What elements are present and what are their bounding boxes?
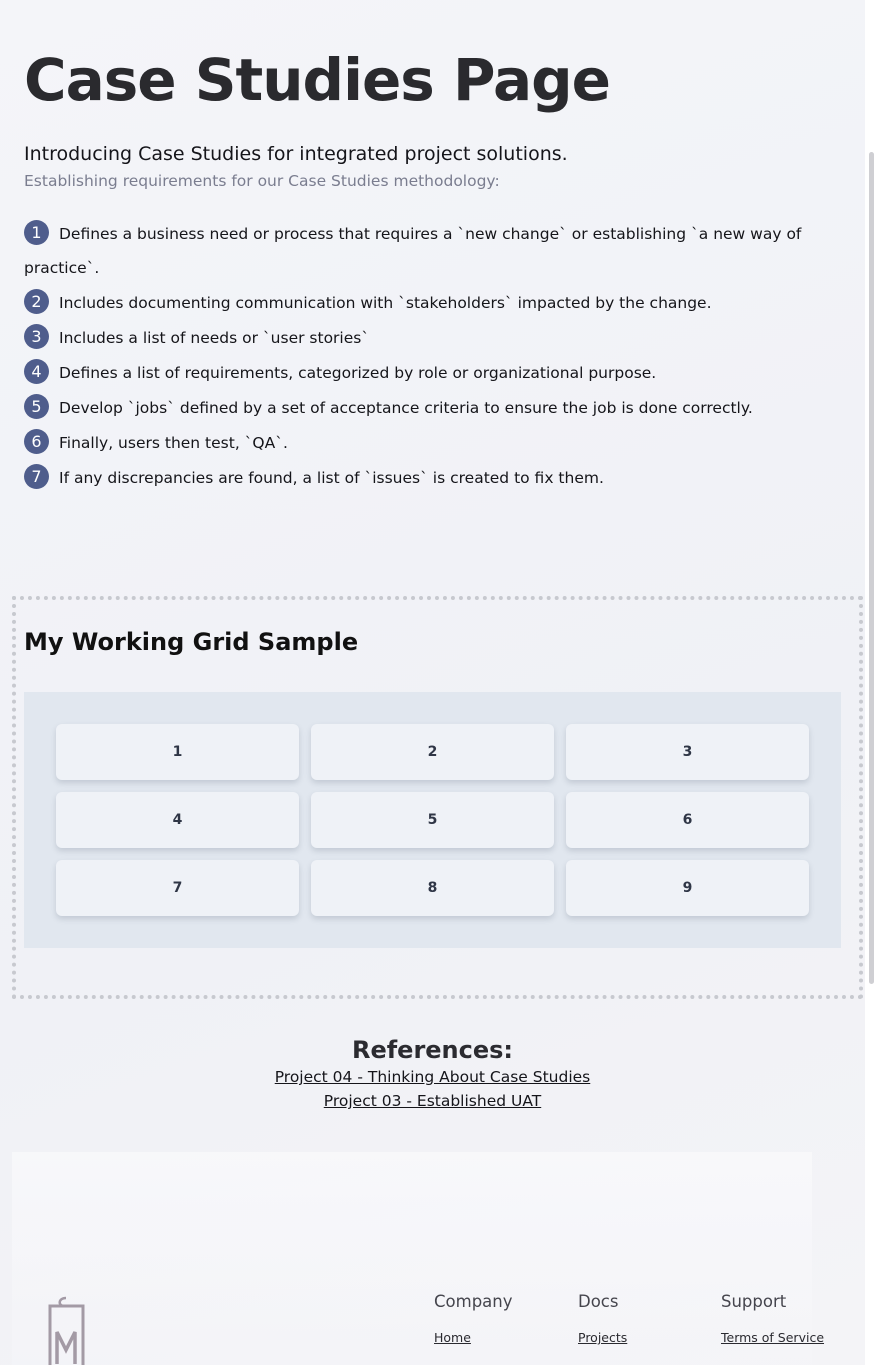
grid-cell: 7	[56, 860, 299, 916]
list-item: 5 Develop `jobs` defined by a set of acce…	[24, 391, 814, 425]
list-item: 6 Finally, users then test, `QA`.	[24, 426, 814, 460]
price-tag-logo-icon[interactable]	[46, 1296, 86, 1365]
list-item: 1 Defines a business need or process that…	[24, 217, 814, 285]
footer-link-projects[interactable]: Projects	[578, 1330, 627, 1345]
step-number-badge: 7	[24, 464, 49, 489]
footer-heading-docs: Docs	[578, 1292, 619, 1311]
reference-link-project-04[interactable]: Project 04 - Thinking About Case Studies	[0, 1068, 865, 1086]
grid-cell: 2	[311, 724, 554, 780]
step-number-badge: 5	[24, 394, 49, 419]
step-text: Develop `jobs` defined by a set of accep…	[59, 399, 753, 417]
requirements-list: 1 Defines a business need or process that…	[24, 217, 814, 496]
grid-cell: 5	[311, 792, 554, 848]
step-text: Defines a list of requirements, categori…	[59, 364, 657, 382]
references-heading: References:	[351, 1036, 514, 1064]
footer-heading-support: Support	[721, 1292, 787, 1311]
list-item: 3 Includes a list of needs or `user stori…	[24, 321, 814, 355]
footer-link-home[interactable]: Home	[434, 1330, 471, 1345]
footer-link-terms-of-service[interactable]: Terms of Service	[721, 1330, 824, 1345]
list-item: 2 Includes documenting communication with…	[24, 286, 814, 320]
list-item: 4 Defines a list of requirements, categor…	[24, 356, 814, 390]
footer-heading-company: Company	[434, 1292, 513, 1311]
step-text: Finally, users then test, `QA`.	[59, 434, 288, 452]
reference-link-project-03[interactable]: Project 03 - Established UAT	[0, 1092, 865, 1110]
page-title: Case Studies Page	[24, 46, 611, 114]
intro-text: Introducing Case Studies for integrated …	[24, 143, 568, 165]
step-number-badge: 6	[24, 429, 49, 454]
grid-cell: 3	[566, 724, 809, 780]
page: Case Studies Page Introducing Case Studi…	[0, 0, 865, 1365]
grid-cell: 1	[56, 724, 299, 780]
scrollbar-thumb[interactable]	[869, 152, 874, 984]
step-text: Includes a list of needs or `user storie…	[59, 329, 370, 347]
grid-cell: 6	[566, 792, 809, 848]
grid-cell: 8	[311, 860, 554, 916]
step-number-badge: 2	[24, 289, 49, 314]
step-number-badge: 1	[24, 220, 49, 245]
subintro-text: Establishing requirements for our Case S…	[24, 172, 500, 190]
step-number-badge: 4	[24, 359, 49, 384]
footer	[12, 1152, 812, 1365]
list-item: 7 If any discrepancies are found, a list …	[24, 461, 814, 495]
step-number-badge: 3	[24, 324, 49, 349]
step-text: Defines a business need or process that …	[24, 225, 802, 277]
step-text: Includes documenting communication with …	[59, 294, 712, 312]
grid-title: My Working Grid Sample	[24, 628, 359, 656]
grid-cell: 9	[566, 860, 809, 916]
grid-cell: 4	[56, 792, 299, 848]
step-text: If any discrepancies are found, a list o…	[59, 469, 604, 487]
